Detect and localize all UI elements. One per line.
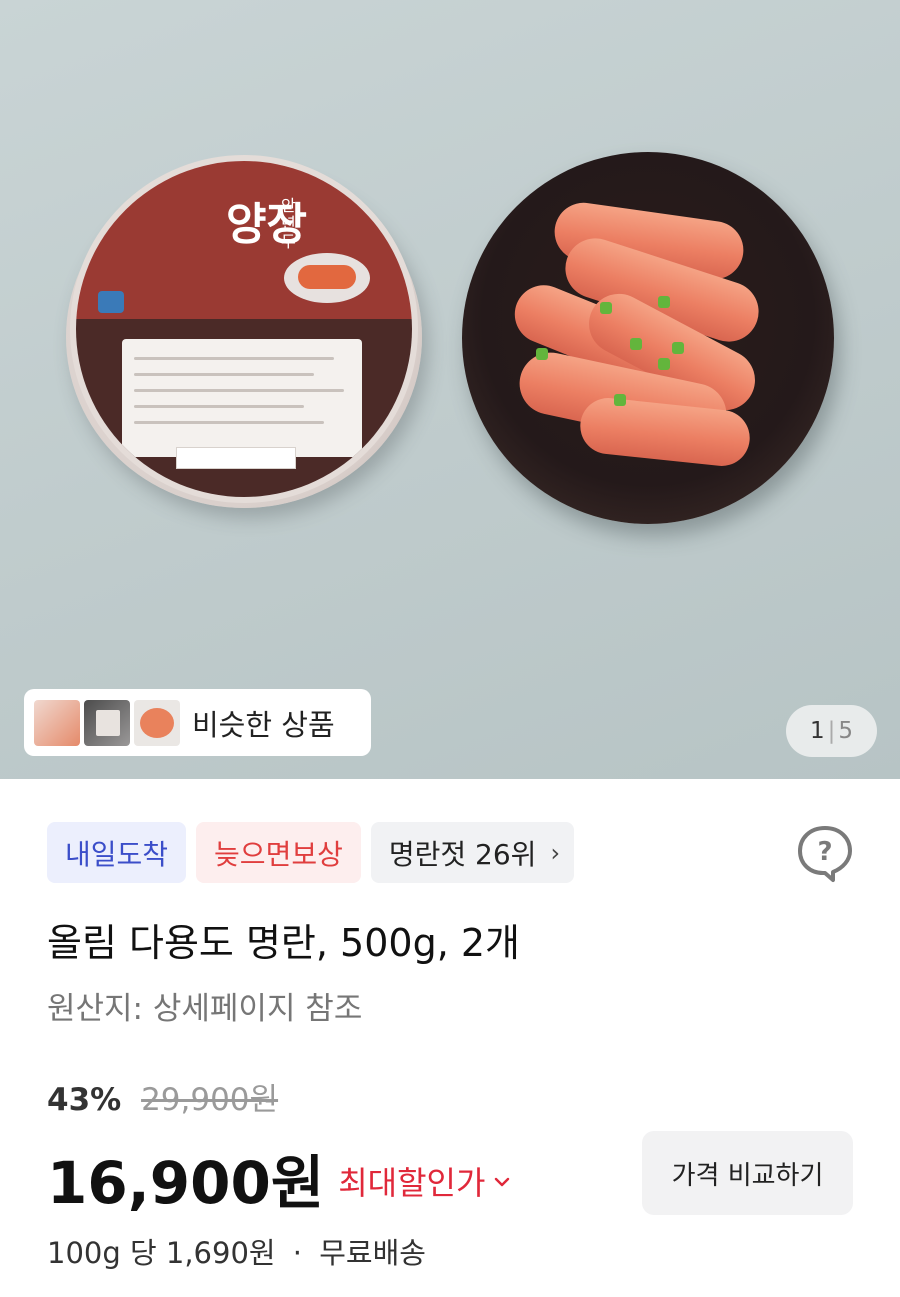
serving-bowl — [462, 152, 834, 524]
chevron-right-icon: › — [550, 838, 561, 867]
jar-date-field — [176, 447, 296, 469]
product-tags: 내일도착 늦으면보상 명란젓 26위 › — [47, 822, 575, 883]
svg-text:?: ? — [817, 837, 832, 867]
price-row: 16,900원 최대할인가 — [47, 1136, 511, 1220]
tag-tomorrow-arrival[interactable]: 내일도착 — [47, 822, 187, 883]
shipping-info: 무료배송 — [319, 1236, 426, 1270]
discount-row: 43% 29,900원 — [47, 1074, 278, 1119]
similar-thumb-1 — [34, 699, 80, 746]
tag-late-compensation[interactable]: 늦으면보상 — [196, 822, 361, 883]
similar-products-button[interactable]: 비슷한 상품 — [24, 689, 371, 756]
help-icon[interactable]: ? — [795, 823, 855, 883]
category-rank-label: 명란젓 26위 — [388, 837, 537, 871]
image-counter-separator: | — [827, 718, 836, 744]
price-compare-button[interactable]: 가격 비교하기 — [642, 1131, 853, 1215]
discount-rate: 43% — [47, 1082, 122, 1118]
product-image-gallery[interactable]: 양장 안년두 비슷한 상품 1 | 5 — [0, 0, 900, 779]
similar-thumb-3 — [134, 699, 180, 746]
separator-dot: · — [292, 1236, 303, 1270]
similar-thumb-2 — [84, 699, 130, 746]
jar-label-badge — [98, 291, 124, 313]
jar-label-subtitle: 안년두 — [281, 196, 296, 251]
image-counter: 1 | 5 — [786, 705, 877, 757]
container-lid: 양장 안년두 — [70, 155, 418, 503]
tag-category-rank[interactable]: 명란젓 26위 › — [370, 822, 575, 883]
image-counter-current: 1 — [809, 718, 825, 744]
unit-price: 100g 당 1,690원 — [47, 1236, 276, 1270]
product-title: 올림 다용도 명란, 500g, 2개 — [47, 921, 520, 965]
max-discount-label[interactable]: 최대할인가 — [338, 1158, 485, 1204]
chevron-down-icon[interactable] — [493, 1175, 511, 1189]
product-origin: 원산지: 상세페이지 참조 — [47, 991, 363, 1027]
unit-price-row: 100g 당 1,690원 · 무료배송 — [47, 1230, 426, 1272]
similar-products-label: 비슷한 상품 — [192, 707, 335, 742]
jar-label-dish-illustration — [284, 253, 370, 303]
original-price: 29,900원 — [141, 1082, 279, 1118]
image-counter-total: 5 — [838, 718, 854, 744]
sale-price: 16,900원 — [47, 1149, 325, 1217]
